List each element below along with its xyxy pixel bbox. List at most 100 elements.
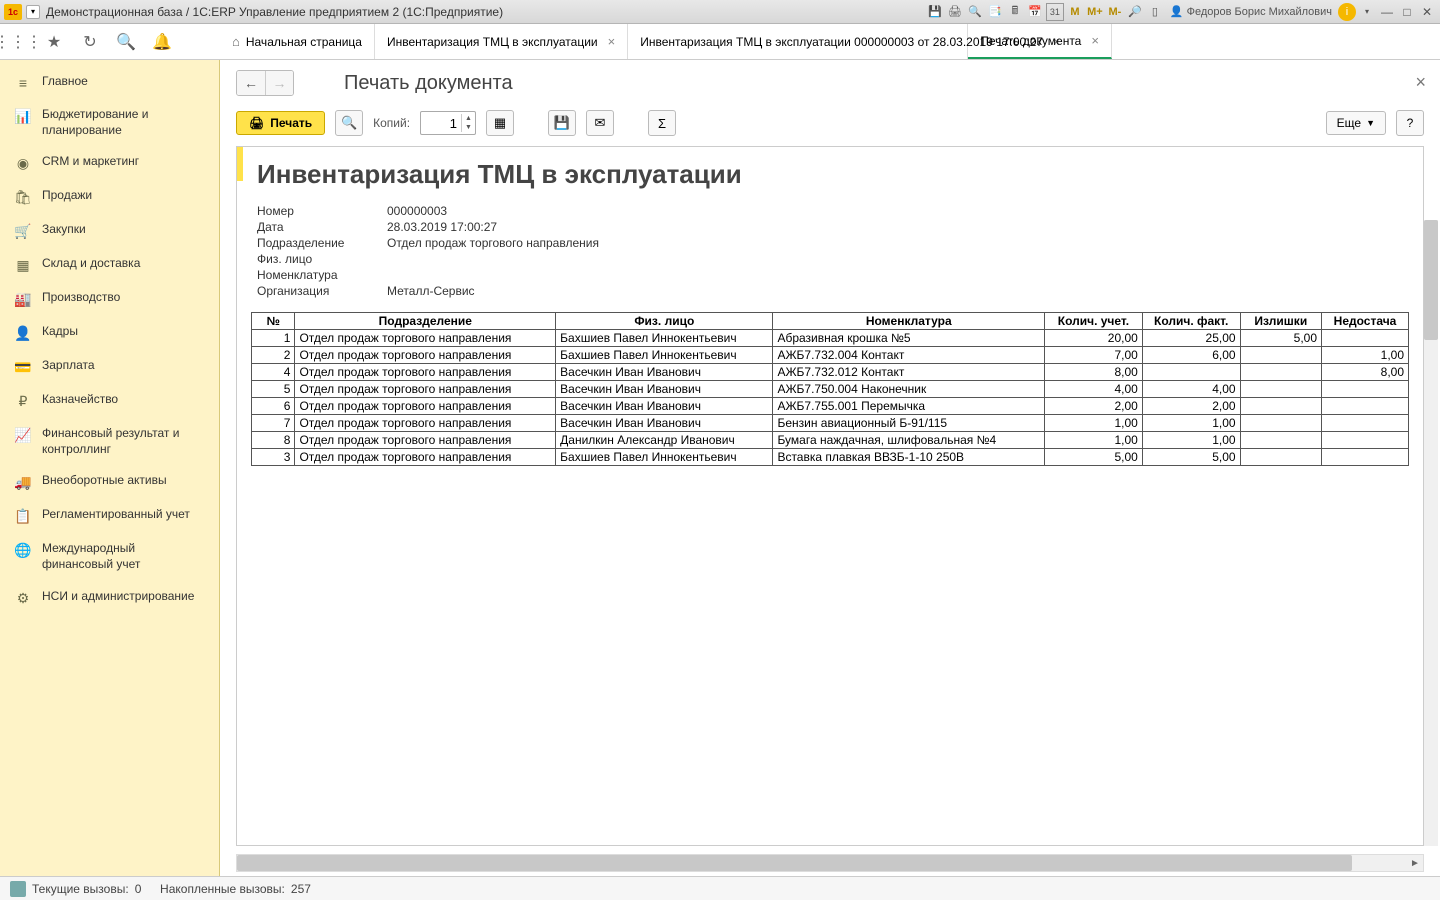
- table-cell: АЖБ7.732.012 Контакт: [773, 364, 1045, 381]
- sidebar-item-icon: 💳: [14, 359, 32, 376]
- meta-row: Номер000000003: [257, 204, 1409, 218]
- table-cell: Отдел продаж торгового направления: [295, 381, 556, 398]
- meta-row: ПодразделениеОтдел продаж торгового напр…: [257, 236, 1409, 250]
- meta-row: Физ. лицо: [257, 252, 1409, 266]
- calendar-icon[interactable]: 📅: [1026, 3, 1044, 21]
- sidebar-item[interactable]: 👤Кадры: [0, 316, 219, 350]
- sidebar-item[interactable]: ⚙НСИ и администрирование: [0, 581, 219, 615]
- table-header: №: [252, 313, 295, 330]
- sidebar-item[interactable]: 🛍 Продажи: [0, 180, 219, 214]
- sidebar-item[interactable]: 📊Бюджетирование и планирование: [0, 99, 219, 146]
- tab-close-icon[interactable]: ×: [608, 34, 616, 49]
- vertical-scrollbar[interactable]: [1424, 220, 1438, 846]
- table-row[interactable]: 5Отдел продаж торгового направленияВасеч…: [252, 381, 1409, 398]
- notifications-icon[interactable]: 🔔: [144, 24, 180, 60]
- table-row[interactable]: 6Отдел продаж торгового направленияВасеч…: [252, 398, 1409, 415]
- sidebar-item[interactable]: 🌐Международный финансовый учет: [0, 533, 219, 580]
- history-icon[interactable]: ↻: [72, 24, 108, 60]
- help-button[interactable]: ?: [1396, 110, 1424, 136]
- mem-m[interactable]: M: [1066, 3, 1084, 21]
- table-cell: Отдел продаж торгового направления: [295, 364, 556, 381]
- mem-mplus[interactable]: M+: [1086, 3, 1104, 21]
- tab-close-icon[interactable]: ×: [1091, 33, 1099, 48]
- print-preview-button[interactable]: 🔍: [335, 110, 363, 136]
- maximize-button[interactable]: □: [1398, 4, 1416, 20]
- sidebar-item-label: Кадры: [42, 324, 205, 340]
- vscroll-thumb[interactable]: [1424, 220, 1438, 340]
- info-dropdown-icon[interactable]: ▾: [1358, 3, 1376, 21]
- table-cell: Васечкин Иван Иванович: [556, 415, 773, 432]
- table-settings-button[interactable]: ▦: [486, 110, 514, 136]
- sidebar-item[interactable]: ₽Казначейство: [0, 384, 219, 418]
- sidebar-item[interactable]: ≡Главное: [0, 66, 219, 99]
- save-icon[interactable]: 💾: [926, 3, 944, 21]
- info-icon[interactable]: i: [1338, 3, 1356, 21]
- meta-value: 000000003: [387, 204, 447, 218]
- sidebar-item-icon: 📋: [14, 508, 32, 525]
- save-doc-button[interactable]: 💾: [548, 110, 576, 136]
- copies-stepper[interactable]: ▲ ▼: [420, 111, 476, 135]
- table-cell: Отдел продаж торгового направления: [295, 432, 556, 449]
- tab[interactable]: Инвентаризация ТМЦ в эксплуатации 000000…: [628, 24, 968, 59]
- table-cell: 2,00: [1045, 398, 1143, 415]
- sidebar-item[interactable]: ◉CRM и маркетинг: [0, 146, 219, 180]
- copies-down[interactable]: ▼: [462, 123, 475, 132]
- sidebar-item[interactable]: 🏭Производство: [0, 282, 219, 316]
- table-row[interactable]: 7Отдел продаж торгового направленияВасеч…: [252, 415, 1409, 432]
- table-cell: 7,00: [1045, 347, 1143, 364]
- table-row[interactable]: 1Отдел продаж торгового направленияБахши…: [252, 330, 1409, 347]
- tab-label: Начальная страница: [246, 35, 362, 49]
- back-button[interactable]: ←: [237, 71, 265, 95]
- print-button[interactable]: 🖨 Печать: [236, 111, 325, 135]
- sum-button[interactable]: Σ: [648, 110, 676, 136]
- forward-button[interactable]: →: [265, 71, 293, 95]
- tab[interactable]: Инвентаризация ТМЦ в эксплуатации×: [375, 24, 628, 59]
- meta-value: 28.03.2019 17:00:27: [387, 220, 497, 234]
- preview-icon[interactable]: 🔍: [966, 3, 984, 21]
- zoom-icon[interactable]: 🔎: [1126, 3, 1144, 21]
- sidebar-item[interactable]: 🛒Закупки: [0, 214, 219, 248]
- sidebar-item[interactable]: 📈Финансовый результат и контроллинг: [0, 418, 219, 465]
- minimize-button[interactable]: —: [1378, 4, 1396, 20]
- mem-mminus[interactable]: M-: [1106, 3, 1124, 21]
- panel-toggle-icon[interactable]: ▯: [1146, 3, 1164, 21]
- copies-up[interactable]: ▲: [462, 114, 475, 123]
- print-icon[interactable]: 🖨: [946, 3, 964, 21]
- tab[interactable]: ⌂ Начальная страница: [220, 24, 375, 59]
- table-row[interactable]: 2Отдел продаж торгового направленияБахши…: [252, 347, 1409, 364]
- document-viewport[interactable]: Инвентаризация ТМЦ в эксплуатации Номер0…: [236, 146, 1424, 846]
- sidebar-item-icon: 🛍: [14, 189, 32, 206]
- sidebar-item[interactable]: ▦Склад и доставка: [0, 248, 219, 282]
- copies-input[interactable]: [421, 116, 461, 131]
- favorite-icon[interactable]: ★: [36, 24, 72, 60]
- user-label[interactable]: 👤Федоров Борис Михайлович: [1170, 5, 1332, 18]
- close-button[interactable]: ✕: [1418, 4, 1436, 20]
- sidebar-item-icon: 🌐: [14, 542, 32, 559]
- table-row[interactable]: 4Отдел продаж торгового направленияВасеч…: [252, 364, 1409, 381]
- table-row[interactable]: 3Отдел продаж торгового направленияБахши…: [252, 449, 1409, 466]
- search-icon[interactable]: 🔍: [108, 24, 144, 60]
- compare-icon[interactable]: 📑: [986, 3, 1004, 21]
- table-cell: 5: [252, 381, 295, 398]
- hscroll-thumb[interactable]: [237, 855, 1352, 871]
- table-cell: 6,00: [1142, 347, 1240, 364]
- sidebar-item[interactable]: 💳Зарплата: [0, 350, 219, 384]
- tab[interactable]: Печать документа×: [968, 24, 1112, 59]
- horizontal-scrollbar[interactable]: ◄ ►: [236, 854, 1424, 872]
- calculator-icon[interactable]: 🖩: [1006, 3, 1024, 21]
- table-row[interactable]: 8Отдел продаж торгового направленияДанил…: [252, 432, 1409, 449]
- sidebar-item[interactable]: 📋Регламентированный учет: [0, 499, 219, 533]
- meta-key: Организация: [257, 284, 387, 298]
- more-button[interactable]: Еще ▼: [1326, 111, 1386, 135]
- home-icon: ⌂: [232, 34, 240, 49]
- sidebar-item[interactable]: 🚚Внеоборотные активы: [0, 465, 219, 499]
- email-button[interactable]: ✉: [586, 110, 614, 136]
- sidebar-item-label: Продажи: [42, 188, 205, 204]
- page-close-icon[interactable]: ×: [1415, 72, 1426, 93]
- window-title: Демонстрационная база / 1C:ERP Управлени…: [46, 5, 926, 19]
- date-icon[interactable]: 31: [1046, 3, 1064, 21]
- app-menu-dropdown[interactable]: ▾: [26, 5, 40, 19]
- table-cell: 1,00: [1142, 415, 1240, 432]
- hscroll-right[interactable]: ►: [1407, 855, 1423, 871]
- apps-icon[interactable]: ⋮⋮⋮: [0, 24, 36, 60]
